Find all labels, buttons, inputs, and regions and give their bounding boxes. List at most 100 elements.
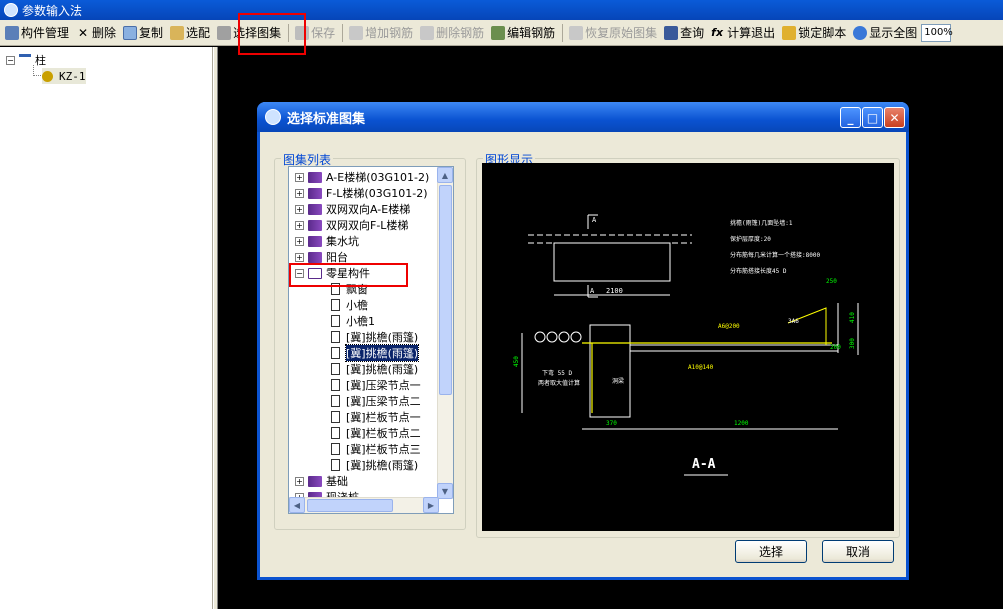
atlas-list-item-label: A-E楼梯(03G101-2) [326,171,430,184]
dim-300: 300 [849,338,856,349]
atlas-list-item-label: 集水坑 [326,235,359,248]
rebar-label-1: A6@200 [718,323,740,330]
component-manage-button[interactable]: 构件管理 [2,22,72,44]
atlas-list-item-label: [冀]压梁节点二 [346,395,421,408]
atlas-list-item[interactable]: [冀]挑檐(雨篷) [331,361,418,377]
scroll-left-button[interactable]: ◀ [289,497,305,513]
expand-icon[interactable]: + [295,204,304,214]
expand-icon[interactable]: + [295,476,304,486]
atlas-list-item[interactable]: + F-L楼梯(03G101-2) [295,185,428,201]
book-icon [308,235,322,247]
atlas-list-item[interactable]: [冀]挑檐(雨篷) [331,457,418,473]
maximize-button[interactable]: □ [862,107,883,128]
dialog-titlebar: 选择标准图集 [257,102,909,132]
tree-node-kz1[interactable]: KZ-1 [42,68,86,84]
cancel-button[interactable]: 取消 [822,540,894,563]
scroll-up-button[interactable]: ▲ [437,167,453,183]
minimize-button[interactable]: _ [840,107,861,128]
atlas-list-item[interactable]: [冀]压梁节点二 [331,393,421,409]
dim-370: 370 [606,420,617,427]
collapse-icon[interactable]: − [6,55,15,65]
dim-250: 250 [826,278,837,285]
atlas-list-item-label: 双网双向A-E楼梯 [326,203,411,216]
delete-x-icon: ✕ [77,25,89,40]
close-button[interactable]: ✕ [884,107,905,128]
rebar-label-3: 3A6 [788,318,799,325]
lock-script-button[interactable]: 锁定脚本 [779,22,849,44]
document-icon [331,347,340,359]
atlas-list-item[interactable]: + A-E楼梯(03G101-2) [295,169,429,185]
section-drawing: A A 2100 挑檐(雨篷)几面坠墙:1 保护层厚度:20 分布筋每几米计算一… [513,214,859,476]
atlas-list-item[interactable]: [冀]栏板节点一 [331,409,421,425]
component-manage-icon [5,25,19,40]
dim-2100: 2100 [606,287,623,295]
expand-icon[interactable]: + [295,188,304,198]
dim-1200: 1200 [734,420,749,427]
book-icon [308,187,322,199]
atlas-list-item[interactable]: [冀]挑檐(雨篷) [331,329,418,345]
atlas-listbox[interactable]: + A-E楼梯(03G101-2) + F-L楼梯(03G101-2) + 双网双向A-E… [288,166,454,514]
copy-button[interactable]: 复制 [120,22,166,44]
atlas-list-item[interactable]: + 双网双向F-L楼梯 [295,217,408,233]
atlas-list-item[interactable]: + 集水坑 [295,233,359,249]
add-rebar-icon [349,25,364,40]
edit-rebar-icon [491,25,506,40]
add-rebar-button[interactable]: 增加钢筋 [346,22,416,44]
horizontal-scrollbar[interactable]: ◀ ▶ [289,497,439,513]
zoom-fit-button[interactable]: 显示全图 [850,22,920,44]
atlas-list-item-label: [冀]栏板节点三 [346,443,421,456]
fx-icon: fx [711,25,724,39]
restore-atlas-icon [569,25,584,40]
zoom-fit-icon [853,25,868,40]
atlas-list-item-label: [冀]挑檐(雨篷) [346,331,419,344]
atlas-list-item[interactable]: + 基础 [295,473,348,489]
binoculars-icon [664,25,679,40]
select-button[interactable]: 选择 [735,540,807,563]
zoom-level-field[interactable]: 100% [921,23,953,42]
expand-icon[interactable]: + [295,220,304,230]
document-icon [331,427,340,439]
window-titlebar: 参数输入法 [0,0,1003,20]
toolbar-separator [342,23,344,42]
delete-button[interactable]: ✕ 删除 [73,22,119,44]
match-button[interactable]: 选配 [167,22,213,44]
select-atlas-dialog: 选择标准图集 _ □ ✕ 图集列表 图形显示 + A-E楼梯(03G101-2) +… [257,102,909,580]
atlas-list-item[interactable]: 小檐 [331,297,368,313]
expand-icon[interactable]: + [295,172,304,182]
expand-icon[interactable]: + [295,236,304,246]
highlight-box-toolbar [238,13,306,55]
gear-icon [42,70,53,82]
cut-mark-bottom: A [590,287,595,295]
delete-rebar-icon [420,25,435,40]
document-icon [331,379,340,391]
atlas-list-item[interactable]: [冀]栏板节点二 [331,425,421,441]
column-icon [19,54,31,66]
scroll-down-button[interactable]: ▼ [437,483,453,499]
tree-node-label: KZ-1 [59,69,86,83]
atlas-list-item[interactable]: + 双网双向A-E楼梯 [295,201,410,217]
query-button[interactable]: 查询 [661,22,707,44]
atlas-list-item[interactable]: [冀]栏板节点三 [331,441,421,457]
vertical-scrollbar[interactable]: ▲ ▼ [437,167,453,499]
vertical-scroll-thumb[interactable] [439,185,452,395]
note-1: 挑檐(雨篷)几面坠墙:1 [730,219,793,227]
beam-label-1: 下弯 55 D [542,369,572,377]
calc-exit-button[interactable]: fx 计算退出 [708,22,778,44]
horizontal-scroll-thumb[interactable] [307,499,393,512]
atlas-list-item-label: 小檐1 [346,315,375,328]
dim-200: 200 [830,344,841,351]
atlas-list-item[interactable]: 小檐1 [331,313,375,329]
expand-icon[interactable]: + [295,252,304,262]
component-tree-panel: − 柱 KZ-1 [0,47,213,609]
edit-rebar-button[interactable]: 编辑钢筋 [488,22,558,44]
scroll-right-button[interactable]: ▶ [423,497,439,513]
select-atlas-icon [217,25,232,40]
book-icon [308,251,322,263]
atlas-list-item-label: [冀]挑檐(雨篷) [346,459,419,472]
atlas-list-item[interactable]: [冀]压梁节点一 [331,377,421,393]
book-icon [308,475,322,487]
restore-atlas-button[interactable]: 恢复原始图集 [566,22,660,44]
atlas-list-item[interactable]: [冀]挑檐(雨篷) [331,344,420,362]
delete-rebar-button[interactable]: 删除钢筋 [417,22,487,44]
beam-label-2: 两者取大值计算 [538,379,580,387]
